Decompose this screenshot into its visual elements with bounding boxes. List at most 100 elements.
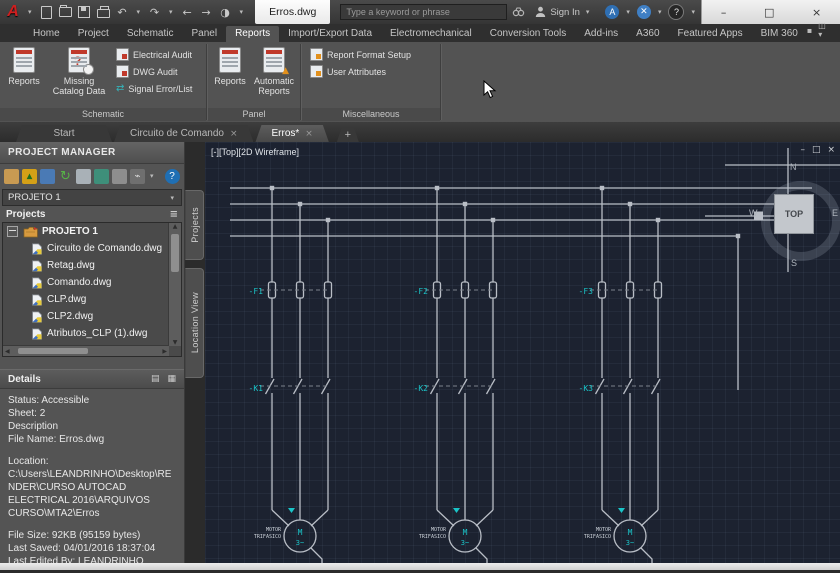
- dwg-audit-button[interactable]: DWG Audit: [112, 63, 196, 80]
- panel-reports-button[interactable]: Reports: [210, 45, 250, 107]
- tree-horizontal-scrollbar[interactable]: ◀ ▶: [3, 345, 169, 356]
- tree-file-row[interactable]: Atributos_CLP (1).dwg: [3, 325, 181, 342]
- compass-east[interactable]: E: [832, 208, 838, 218]
- scroll-down-icon[interactable]: ▼: [173, 339, 178, 346]
- refresh-icon[interactable]: ↻: [58, 169, 73, 184]
- exchange-apps-icon[interactable]: ✕: [637, 5, 651, 19]
- sign-in-area[interactable]: Sign In ▾: [535, 6, 591, 18]
- schematic-reports-button[interactable]: Reports: [2, 45, 46, 107]
- ribbon-collapse-icon[interactable]: ◫ ▾: [818, 21, 832, 39]
- scroll-right-icon[interactable]: ▶: [162, 348, 167, 355]
- autocad-logo-icon[interactable]: A: [0, 1, 26, 23]
- drawing-canvas[interactable]: [-][Top][2D Wireframe] – □ ×: [205, 142, 840, 563]
- project-file-icon[interactable]: [40, 169, 55, 184]
- settings-plug-icon[interactable]: ⌁: [130, 169, 145, 184]
- viewport-controls-label[interactable]: [-][Top][2D Wireframe]: [211, 147, 299, 157]
- project-wide-update-icon[interactable]: [76, 169, 91, 184]
- redo-icon[interactable]: ↷: [148, 6, 161, 19]
- fuse-tag[interactable]: -F3: [579, 287, 594, 296]
- open-file-icon[interactable]: [59, 6, 72, 19]
- fuse-tag[interactable]: -F2: [414, 287, 429, 296]
- user-attributes-button[interactable]: User Attributes: [306, 63, 415, 80]
- file-tab-erros[interactable]: Erros* ×: [255, 125, 328, 142]
- workspace-icon[interactable]: ◑: [219, 6, 232, 19]
- scroll-left-icon[interactable]: ◀: [5, 348, 10, 355]
- tab-featured-apps[interactable]: Featured Apps: [669, 26, 752, 42]
- back-icon[interactable]: ←: [181, 6, 194, 19]
- plot-publish-icon[interactable]: [94, 169, 109, 184]
- viewcube[interactable]: TOP N W E S: [748, 156, 840, 274]
- close-tab-icon[interactable]: ×: [305, 129, 313, 139]
- tab-home[interactable]: Home: [24, 26, 69, 42]
- redo-caret-icon[interactable]: ▾: [169, 8, 173, 16]
- report-format-setup-button[interactable]: Report Format Setup: [306, 46, 415, 63]
- qat-caret-icon[interactable]: ▾: [240, 8, 244, 16]
- contactor-tag[interactable]: -K1: [249, 384, 264, 393]
- undo-icon[interactable]: ↶: [116, 6, 129, 19]
- tree-vertical-scrollbar[interactable]: ▲ ▼: [168, 223, 181, 346]
- tree-file-row[interactable]: CLP.dwg: [3, 291, 181, 308]
- details-section-header[interactable]: Details ▤ ▦: [0, 369, 184, 389]
- exchange-caret-icon[interactable]: ▾: [658, 8, 662, 16]
- automatic-reports-button[interactable]: ▲ Automatic Reports: [250, 45, 298, 107]
- a360-caret-icon[interactable]: ▾: [626, 8, 630, 16]
- schematic-panel-label[interactable]: Schematic: [0, 108, 206, 121]
- side-tab-projects[interactable]: Projects: [185, 190, 204, 260]
- missing-catalog-data-button[interactable]: ? Missing Catalog Data: [48, 45, 110, 107]
- minimize-button[interactable]: –: [721, 6, 727, 19]
- close-tab-icon[interactable]: ×: [230, 129, 238, 139]
- help-icon[interactable]: ?: [668, 4, 684, 20]
- tab-conversion-tools[interactable]: Conversion Tools: [481, 26, 576, 42]
- contactor-tag[interactable]: -K3: [579, 384, 594, 393]
- plot-icon[interactable]: [97, 6, 110, 19]
- toolbar-caret-icon[interactable]: ▾: [150, 172, 154, 180]
- ribbon-options-icon[interactable]: ▪: [807, 26, 812, 35]
- tab-panel[interactable]: Panel: [183, 26, 227, 42]
- tab-schematic[interactable]: Schematic: [118, 26, 183, 42]
- compass-west[interactable]: W: [749, 208, 758, 218]
- new-file-icon[interactable]: [40, 6, 53, 19]
- drawing-restore-icon[interactable]: □: [812, 145, 821, 155]
- utilities-icon[interactable]: [112, 169, 127, 184]
- tab-add-ins[interactable]: Add-ins: [575, 26, 627, 42]
- undo-caret-icon[interactable]: ▾: [137, 8, 141, 16]
- project-manager-title[interactable]: PROJECT MANAGER: [0, 142, 184, 164]
- scrollbar-thumb[interactable]: [171, 234, 179, 272]
- tree-file-row[interactable]: Retag.dwg: [3, 257, 181, 274]
- signal-error-list-button[interactable]: ⇄ Signal Error/List: [112, 80, 196, 97]
- open-project-icon[interactable]: ▴: [22, 169, 37, 184]
- side-tab-location-view[interactable]: Location View: [185, 268, 204, 378]
- fuse-tag[interactable]: -F1: [249, 287, 264, 296]
- file-tab-start[interactable]: Start: [16, 125, 112, 142]
- scrollbar-thumb[interactable]: [18, 348, 88, 354]
- tab-import-export[interactable]: Import/Export Data: [279, 26, 381, 42]
- app-menu-caret-icon[interactable]: ▾: [28, 8, 32, 16]
- compass-south[interactable]: S: [791, 258, 797, 268]
- tree-root-projeto1[interactable]: PROJETO 1: [3, 223, 181, 240]
- drawing-close-icon[interactable]: ×: [827, 145, 835, 155]
- new-project-icon[interactable]: [4, 169, 19, 184]
- electrical-audit-button[interactable]: Electrical Audit: [112, 46, 196, 63]
- panel-panel-label[interactable]: Panel: [208, 108, 300, 121]
- project-selector-dropdown[interactable]: PROJETO 1 ▾: [2, 189, 182, 206]
- tab-bim360[interactable]: BIM 360: [752, 26, 807, 42]
- tree-file-row[interactable]: CLP2.dwg: [3, 308, 181, 325]
- details-doc-icon[interactable]: ▤: [151, 374, 160, 384]
- motor-branch-circuit-2[interactable]: [425, 186, 497, 563]
- details-preview-icon[interactable]: ▦: [167, 374, 176, 384]
- miscellaneous-panel-label[interactable]: Miscellaneous: [302, 108, 440, 121]
- tab-project[interactable]: Project: [69, 26, 118, 42]
- tab-a360[interactable]: A360: [627, 26, 668, 42]
- collapse-node-icon[interactable]: [7, 226, 18, 237]
- a360-icon[interactable]: A: [605, 5, 619, 19]
- close-button[interactable]: ×: [812, 6, 821, 19]
- motor-branch-circuit-1[interactable]: [260, 186, 332, 563]
- file-tab-circuito-de-comando[interactable]: Circuito de Comando ×: [114, 125, 253, 142]
- viewcube-top-face[interactable]: TOP: [774, 194, 814, 234]
- tab-reports[interactable]: Reports: [226, 26, 279, 42]
- list-menu-icon[interactable]: ≡: [170, 209, 178, 220]
- search-input[interactable]: [340, 4, 507, 20]
- forward-icon[interactable]: →: [200, 6, 213, 19]
- help-caret-icon[interactable]: ▾: [691, 8, 695, 16]
- save-icon[interactable]: [78, 6, 91, 19]
